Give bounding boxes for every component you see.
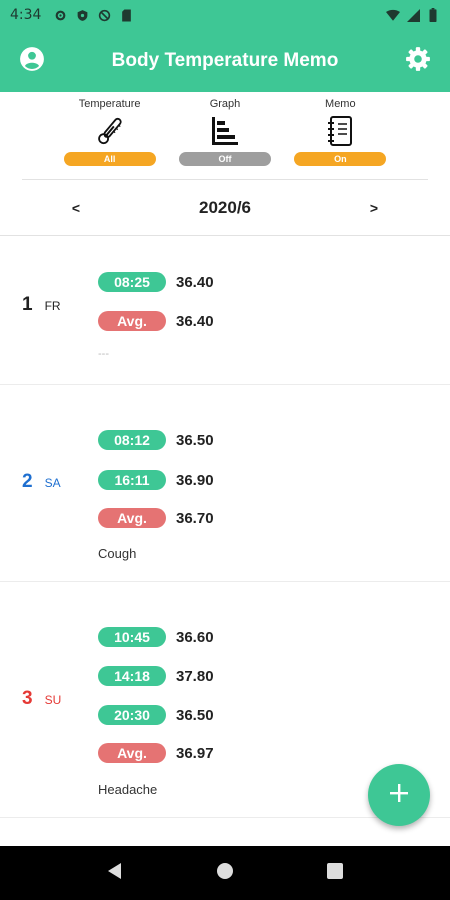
sd-card-notification-icon	[119, 8, 133, 22]
month-label: 2020/6	[199, 197, 251, 217]
notebook-icon	[326, 114, 354, 148]
recents-square-icon	[326, 862, 344, 885]
temperature-reading[interactable]: 14:18 37.80	[98, 666, 214, 686]
settings-button[interactable]	[400, 43, 436, 79]
settings-notification-icon	[53, 8, 67, 22]
graph-mode-toggle[interactable]: Graph Off	[175, 98, 275, 179]
memo-mode-toggle[interactable]: Memo On	[290, 98, 390, 179]
average-reading: Avg. 36.97	[98, 743, 214, 763]
temperature-value: 36.90	[176, 471, 214, 489]
thermometer-icon	[94, 114, 126, 148]
average-reading: Avg. 36.40	[98, 311, 214, 331]
temperature-value: 37.80	[176, 667, 214, 685]
temperature-mode-label: Temperature	[78, 98, 141, 110]
time-badge: 16:11	[98, 470, 166, 490]
temperature-mode-toggle[interactable]: Temperature All	[60, 98, 160, 179]
home-button[interactable]	[205, 853, 245, 893]
time-badge: 08:12	[98, 430, 166, 450]
signal-icon	[406, 8, 420, 22]
day-header: 1 FR	[22, 294, 61, 316]
temperature-reading[interactable]: 10:45 36.60	[98, 627, 214, 647]
status-right	[386, 8, 440, 22]
day-entry[interactable]: 1 FR 08:25 36.40 Avg. 36.40 ---	[0, 237, 450, 385]
day-number: 1	[22, 294, 33, 315]
day-weekday: FR	[44, 299, 61, 313]
blocked-notification-icon	[97, 8, 111, 22]
temperature-reading[interactable]: 16:11 36.90	[98, 470, 214, 490]
day-number: 2	[22, 471, 33, 492]
bar-graph-icon	[210, 114, 240, 148]
status-left: 4:34	[10, 7, 133, 23]
time-badge: 08:25	[98, 272, 166, 292]
average-badge: Avg.	[98, 311, 166, 331]
time-badge: 20:30	[98, 705, 166, 725]
temperature-value: 36.60	[176, 628, 214, 646]
day-entry-2[interactable]: 2 SA 08:12 36.50 16:11 36.90 Avg. 36.70 …	[0, 385, 450, 582]
battery-icon	[426, 8, 440, 22]
memo-text: Headache	[98, 782, 158, 797]
memo-text: Cough	[98, 546, 137, 561]
previous-month-button[interactable]: <	[66, 200, 86, 216]
time-badge: 14:18	[98, 666, 166, 686]
recents-button[interactable]	[315, 853, 355, 893]
app-title: Body Temperature Memo	[111, 50, 339, 71]
temperature-value: 36.40	[176, 273, 214, 291]
next-month-button[interactable]: >	[364, 200, 384, 216]
memo-mode-state-badge: On	[294, 152, 387, 166]
memo-mode-label: Memo	[325, 98, 356, 110]
temperature-reading[interactable]: 08:12 36.50	[98, 430, 214, 450]
account-icon	[19, 46, 45, 77]
add-entry-button[interactable]	[368, 764, 430, 826]
day-weekday: SU	[44, 693, 62, 707]
status-time: 4:34	[10, 7, 42, 23]
memo-text: ---	[98, 348, 109, 360]
day-header: 2 SA	[22, 471, 61, 493]
average-reading: Avg. 36.70	[98, 508, 214, 528]
day-weekday: SA	[44, 476, 61, 490]
app-bar: Body Temperature Memo	[0, 30, 450, 92]
plus-icon	[388, 782, 410, 809]
mode-toggle-row: Temperature All Graph Off Memo On	[22, 92, 428, 180]
graph-mode-state-badge: Off	[178, 152, 271, 166]
system-navigation-bar	[0, 846, 450, 900]
average-badge: Avg.	[98, 743, 166, 763]
day-header: 3 SU	[22, 688, 61, 710]
temperature-reading[interactable]: 20:30 36.50	[98, 705, 214, 725]
temperature-value: 36.50	[176, 431, 214, 449]
status-bar: 4:34	[0, 0, 450, 30]
graph-mode-label: Graph	[209, 98, 241, 110]
average-value: 36.97	[176, 744, 214, 762]
average-value: 36.70	[176, 509, 214, 527]
wifi-icon	[386, 8, 400, 22]
day-number: 3	[22, 688, 33, 709]
temperature-value: 36.50	[176, 706, 214, 724]
home-circle-icon	[216, 862, 234, 885]
average-value: 36.40	[176, 312, 214, 330]
temperature-mode-state-badge: All	[63, 152, 156, 166]
time-badge: 10:45	[98, 627, 166, 647]
gear-icon	[405, 46, 431, 77]
shield-notification-icon	[75, 8, 89, 22]
average-badge: Avg.	[98, 508, 166, 528]
back-triangle-icon	[106, 862, 124, 885]
temperature-reading[interactable]: 08:25 36.40	[98, 272, 214, 292]
account-button[interactable]	[14, 43, 50, 79]
back-button[interactable]	[95, 853, 135, 893]
month-selector: < 2020/6 >	[0, 180, 450, 236]
